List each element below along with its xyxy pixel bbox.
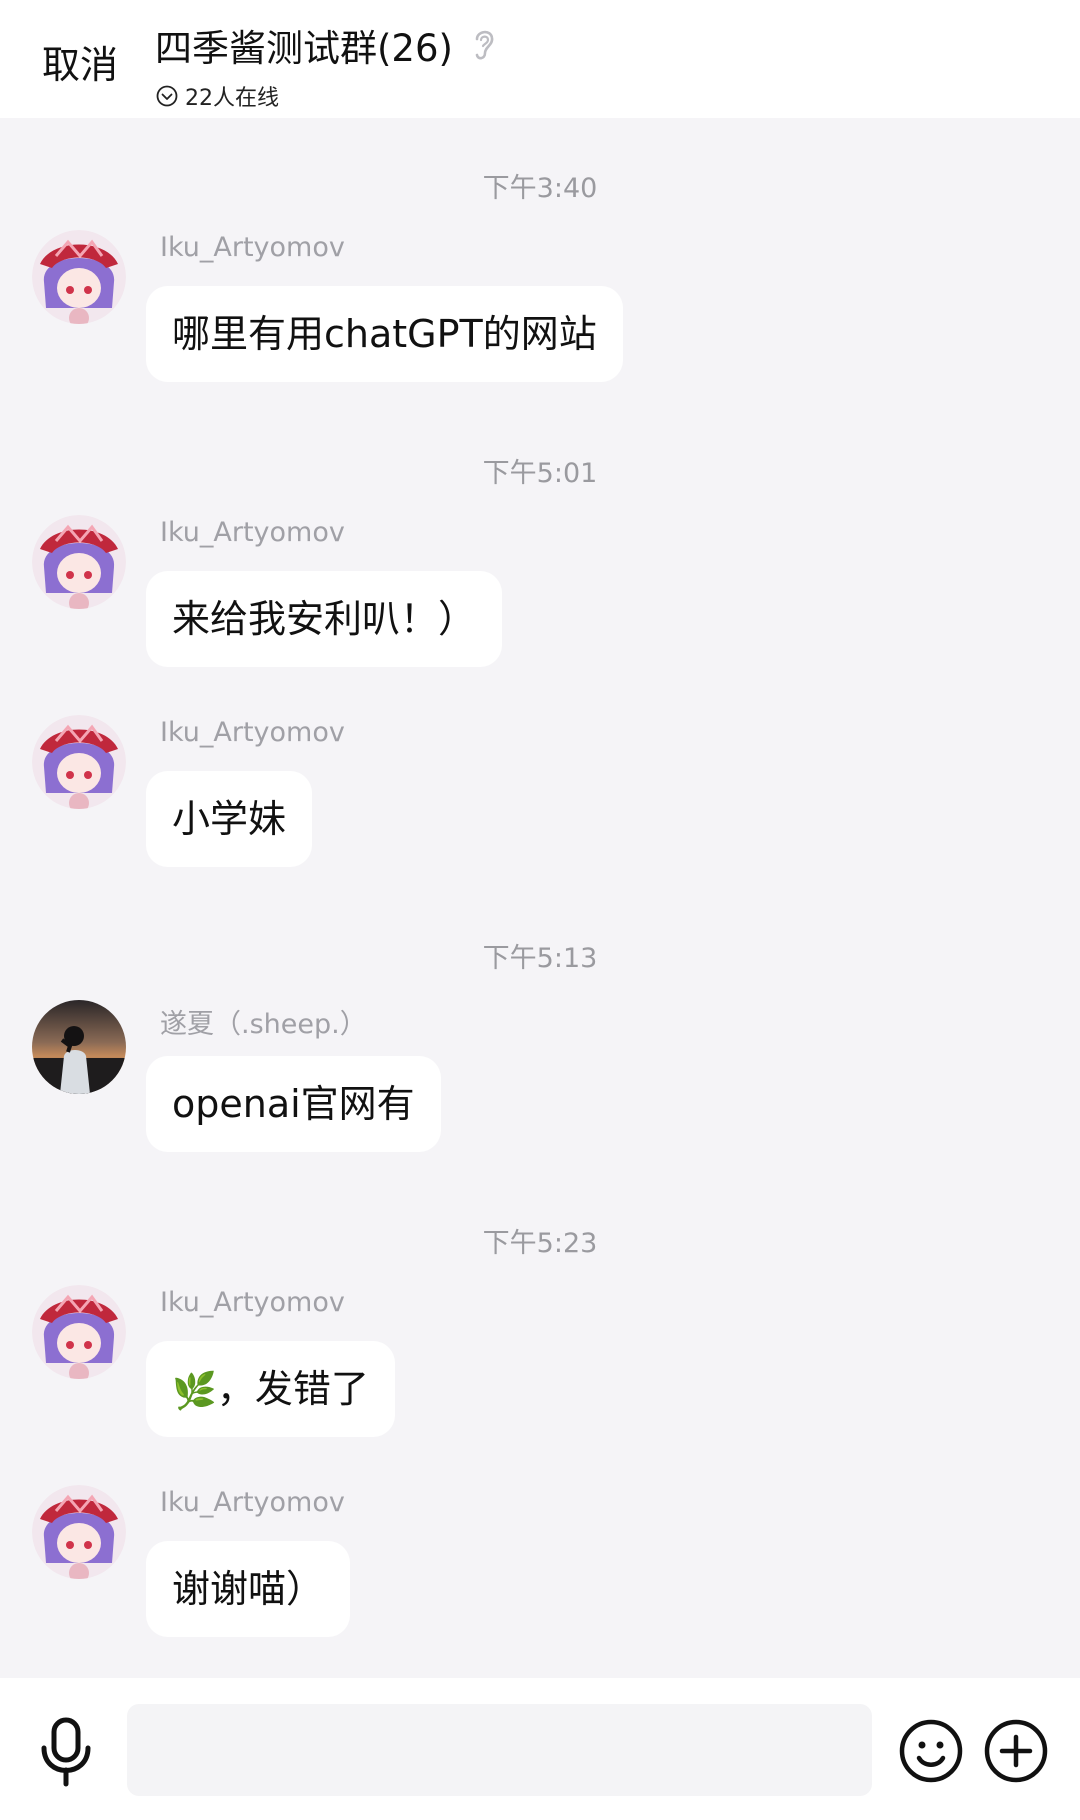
anime-avatar-icon[interactable] <box>32 230 126 324</box>
smiley-icon[interactable] <box>898 1718 964 1784</box>
message-input[interactable] <box>127 1704 872 1796</box>
message-bubble[interactable]: 谢谢喵） <box>146 1541 351 1637</box>
sender-name: Iku_Artyomov <box>160 1487 345 1518</box>
group-info[interactable]: 四季酱测试群(26) 22人在线 <box>155 18 499 112</box>
anime-avatar-icon[interactable] <box>32 515 126 609</box>
message-list[interactable]: 下午3:40 Iku_Artyomov 哪里有用chatGPT的网站 下午5:0… <box>0 118 1080 1678</box>
microphone-icon[interactable] <box>36 1716 96 1788</box>
sender-name: 遂夏（.sheep.） <box>160 1009 367 1040</box>
timestamp: 下午5:01 <box>482 458 598 489</box>
cancel-button[interactable]: 取消 <box>42 34 118 89</box>
photo-avatar-icon[interactable] <box>32 1000 126 1094</box>
sender-name: Iku_Artyomov <box>160 1287 345 1318</box>
message-text: ，发错了 <box>216 1367 369 1411</box>
plus-circle-icon[interactable] <box>983 1718 1049 1784</box>
anime-avatar-icon[interactable] <box>32 1285 126 1379</box>
herb-emoji: 🌿 <box>172 1370 217 1412</box>
group-title: 四季酱测试群(26) <box>155 27 453 70</box>
check-circle-icon <box>156 85 178 107</box>
chat-header: 取消 四季酱测试群(26) 22人在线 <box>0 0 1080 118</box>
sender-name: Iku_Artyomov <box>160 517 345 548</box>
anime-avatar-icon[interactable] <box>32 1485 126 1579</box>
message-bubble[interactable]: 哪里有用chatGPT的网站 <box>146 286 623 382</box>
message-bubble[interactable]: openai官网有 <box>146 1056 441 1152</box>
sender-name: Iku_Artyomov <box>160 717 345 748</box>
message-bubble[interactable]: 来给我安利叭！） <box>146 571 503 667</box>
message-bubble[interactable]: 小学妹 <box>146 771 313 867</box>
ear-icon[interactable] <box>469 25 499 65</box>
input-bar <box>0 1678 1080 1820</box>
timestamp: 下午5:13 <box>482 943 598 974</box>
sender-name: Iku_Artyomov <box>160 232 345 263</box>
message-bubble[interactable]: 🌿，发错了 <box>146 1341 395 1437</box>
online-count: 22人在线 <box>185 86 279 111</box>
timestamp: 下午5:23 <box>482 1228 598 1259</box>
anime-avatar-icon[interactable] <box>32 715 126 809</box>
timestamp: 下午3:40 <box>482 173 598 204</box>
